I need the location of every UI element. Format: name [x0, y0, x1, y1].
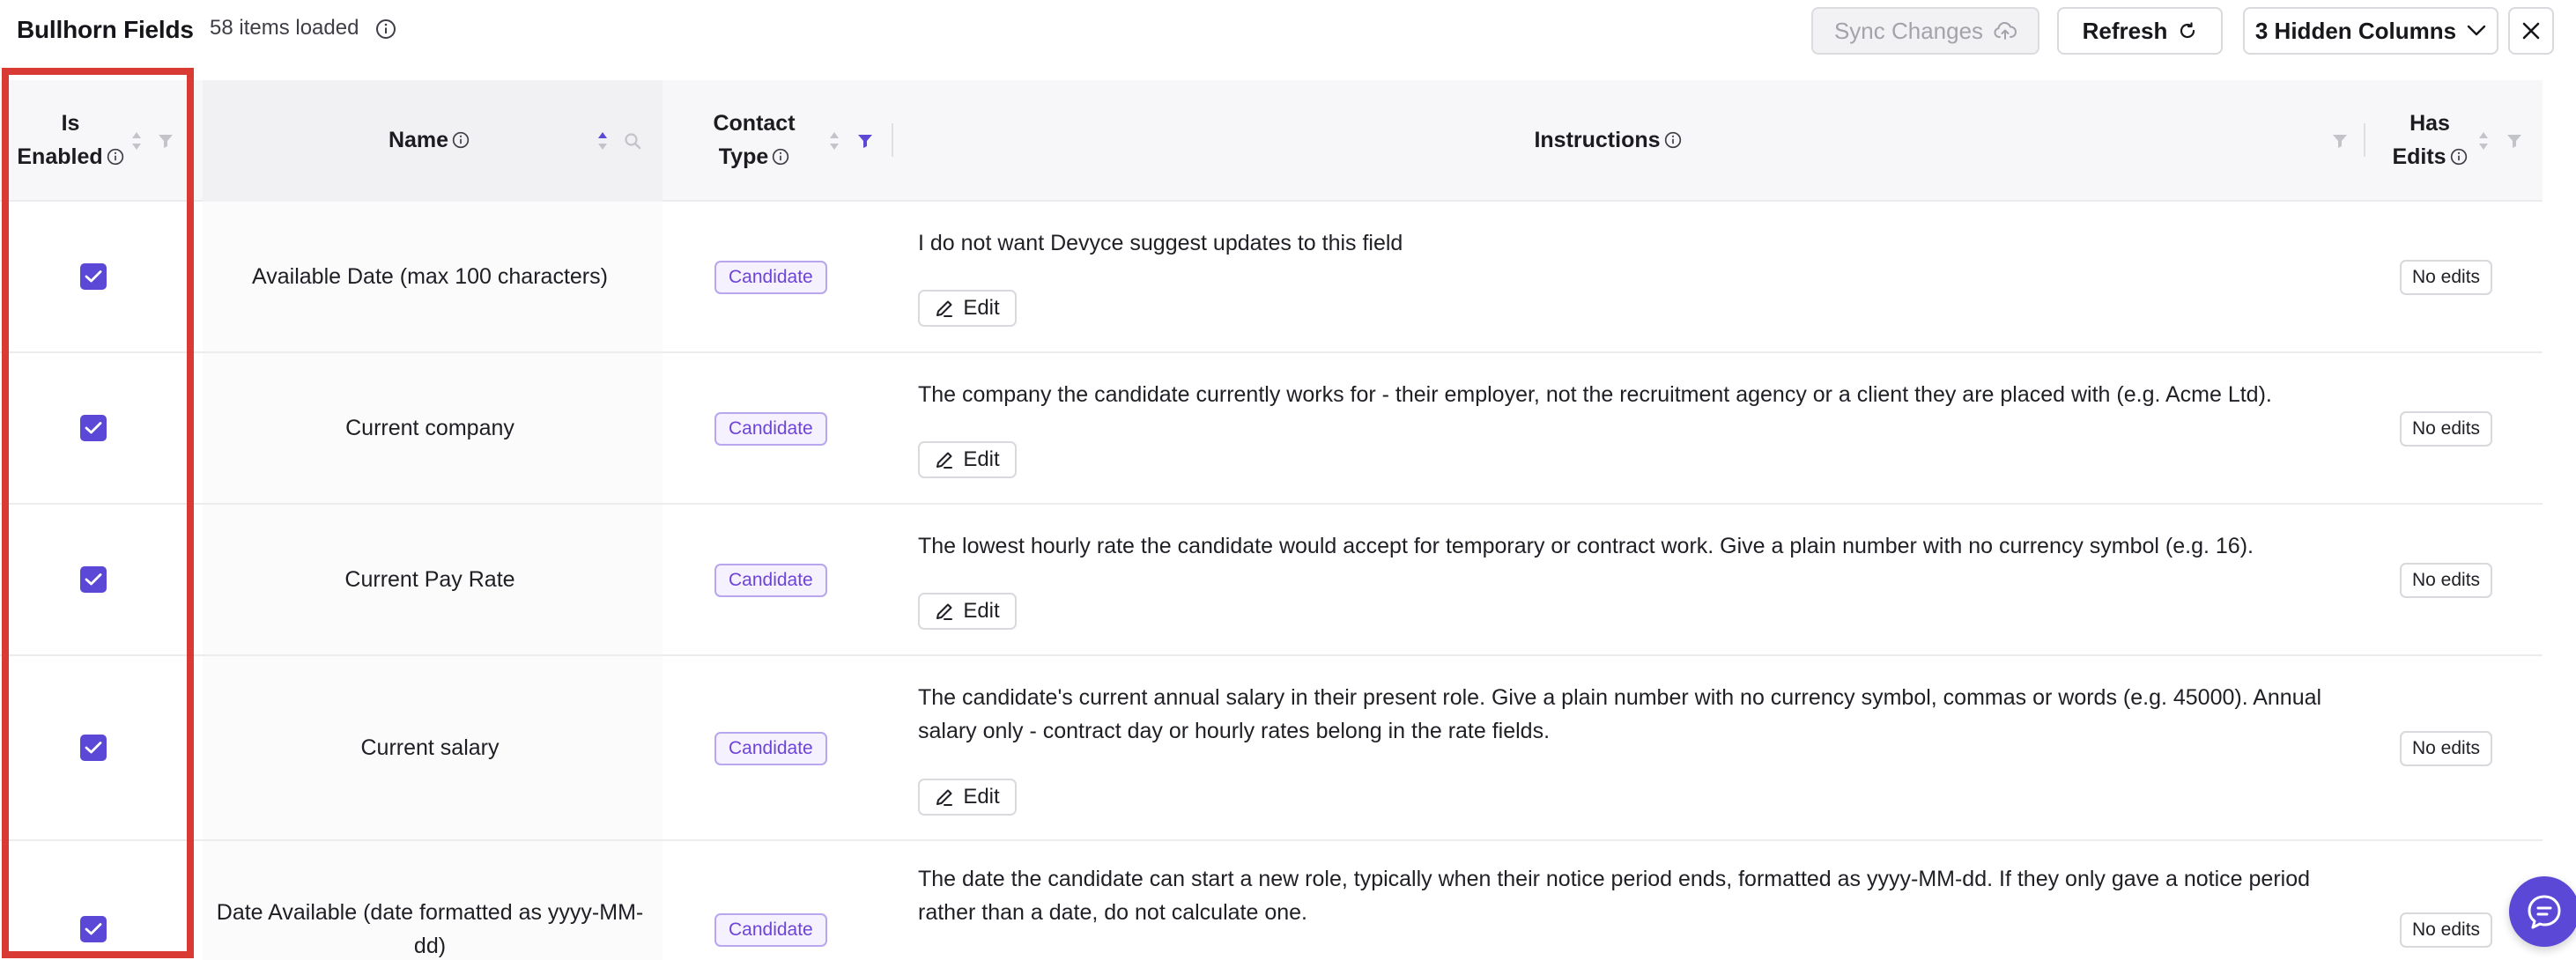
sync-changes-label: Sync Changes [1833, 17, 1984, 44]
instructions-text: The candidate's current annual salary in… [918, 685, 2322, 743]
column-header-contact-type[interactable]: Contact Type [696, 80, 812, 200]
chevron-down-icon [2467, 25, 2486, 36]
column-header-instructions[interactable]: Instructions [899, 80, 2317, 200]
is-enabled-header-text: Enabled [17, 144, 103, 169]
edit-instructions-button[interactable]: Edit [918, 779, 1017, 816]
instructions-text: The lowest hourly rate the candidate wou… [918, 534, 2254, 558]
sort-icon[interactable] [828, 130, 840, 151]
checkbox-checked-icon [85, 270, 102, 283]
pencil-icon [936, 603, 953, 620]
column-divider[interactable] [892, 123, 893, 157]
table-row[interactable]: Current salary Candidate The candidate's… [0, 656, 2543, 841]
sync-changes-button[interactable]: Sync Changes [1811, 7, 2039, 55]
instructions-text: The company the candidate currently work… [918, 382, 2272, 407]
top-bar: Bullhorn Fields 58 items loaded Sync Cha… [0, 0, 2576, 76]
chat-widget-button[interactable] [2509, 876, 2576, 947]
column-header-has-edits[interactable]: Has Edits [2372, 80, 2488, 200]
instructions-text: The date the candidate can start a new r… [918, 867, 2311, 925]
hidden-columns-label: 3 Hidden Columns [2254, 17, 2457, 44]
filter-icon[interactable] [2506, 132, 2523, 150]
name-header-label: Name [389, 123, 470, 157]
instructions-header-text: Instructions [1534, 128, 1661, 152]
contact-type-badge: Candidate [714, 412, 827, 446]
has-edits-header-line1: Has [2409, 111, 2450, 136]
items-loaded-count: 58 items loaded [210, 16, 359, 40]
column-header-name[interactable]: Name [204, 80, 654, 200]
refresh-icon [2180, 22, 2195, 39]
sort-icon[interactable] [596, 130, 609, 151]
has-edits-badge: No edits [2400, 563, 2493, 598]
checkbox-checked-icon [85, 742, 102, 754]
has-edits-badge: No edits [2400, 260, 2493, 295]
table-row[interactable]: Current Pay Rate Candidate The lowest ho… [0, 505, 2543, 656]
field-name: Current Pay Rate [344, 567, 515, 592]
close-icon [2522, 22, 2540, 40]
has-edits-badge: No edits [2400, 912, 2493, 948]
search-icon[interactable] [624, 132, 641, 150]
column-divider[interactable] [2364, 123, 2365, 157]
edit-label: Edit [963, 296, 1000, 320]
edit-instructions-button[interactable]: Edit [918, 441, 1017, 478]
has-edits-header-line2: Edits [2392, 140, 2467, 174]
is-enabled-checkbox[interactable] [80, 415, 107, 441]
table-row[interactable]: Available Date (max 100 characters) Cand… [0, 202, 2543, 353]
pencil-icon [936, 452, 953, 469]
field-name: Current company [345, 416, 514, 440]
filter-icon[interactable] [856, 132, 874, 150]
info-icon[interactable] [452, 131, 470, 149]
close-button[interactable] [2508, 7, 2554, 55]
column-header-is-enabled[interactable]: Is Enabled [7, 80, 134, 200]
info-icon[interactable] [107, 148, 124, 166]
is-enabled-checkbox[interactable] [80, 566, 107, 593]
is-enabled-header-line2: Enabled [17, 140, 123, 174]
checkbox-checked-icon [85, 573, 102, 586]
is-enabled-checkbox[interactable] [80, 916, 107, 942]
checkbox-checked-icon [85, 422, 102, 434]
instructions-text: I do not want Devyce suggest updates to … [918, 231, 1403, 255]
contact-type-header-line1: Contact [713, 111, 796, 136]
edit-instructions-button[interactable]: Edit [918, 593, 1017, 630]
pencil-icon [936, 789, 953, 806]
sort-icon[interactable] [130, 130, 143, 151]
edit-instructions-button[interactable]: Edit [918, 290, 1017, 327]
edit-label: Edit [963, 447, 1000, 471]
info-icon[interactable] [375, 18, 396, 40]
cloud-upload-icon [1994, 21, 2017, 40]
contact-type-badge: Candidate [714, 564, 827, 597]
has-edits-badge: No edits [2400, 731, 2493, 766]
refresh-button[interactable]: Refresh [2057, 7, 2223, 55]
contact-type-header-line2: Type [719, 140, 790, 174]
refresh-label: Refresh [2082, 17, 2168, 44]
contact-type-badge: Candidate [714, 732, 827, 765]
filter-icon[interactable] [157, 132, 174, 150]
name-header-text: Name [388, 128, 449, 152]
is-enabled-checkbox[interactable] [80, 263, 107, 290]
is-enabled-header-line1: Is [61, 111, 80, 136]
pencil-icon [936, 300, 953, 317]
hidden-columns-button[interactable]: 3 Hidden Columns [2243, 7, 2498, 55]
info-icon[interactable] [1664, 131, 1682, 149]
contact-type-badge: Candidate [714, 261, 827, 294]
instructions-header-label: Instructions [1534, 123, 1681, 157]
field-name: Current salary [360, 735, 500, 760]
info-icon[interactable] [772, 148, 789, 166]
field-name: Available Date (max 100 characters) [252, 264, 608, 289]
info-icon[interactable] [2450, 148, 2468, 166]
sort-icon[interactable] [2477, 130, 2490, 151]
table-row[interactable]: Date Available (date formatted as yyyy-M… [0, 841, 2543, 960]
chat-icon [2528, 895, 2561, 929]
has-edits-header-text: Edits [2392, 144, 2446, 169]
table-row[interactable]: Current company Candidate The company th… [0, 353, 2543, 505]
has-edits-badge: No edits [2400, 411, 2493, 447]
table-body: Available Date (max 100 characters) Cand… [0, 202, 2543, 960]
contact-type-badge: Candidate [714, 913, 827, 947]
page-title: Bullhorn Fields [17, 16, 194, 43]
edit-label: Edit [963, 785, 1000, 809]
is-enabled-checkbox[interactable] [80, 735, 107, 761]
checkbox-checked-icon [85, 923, 102, 935]
filter-icon[interactable] [2331, 132, 2349, 150]
field-name: Date Available (date formatted as yyyy-M… [216, 900, 644, 958]
contact-type-header-text: Type [718, 144, 769, 169]
edit-label: Edit [963, 599, 1000, 623]
